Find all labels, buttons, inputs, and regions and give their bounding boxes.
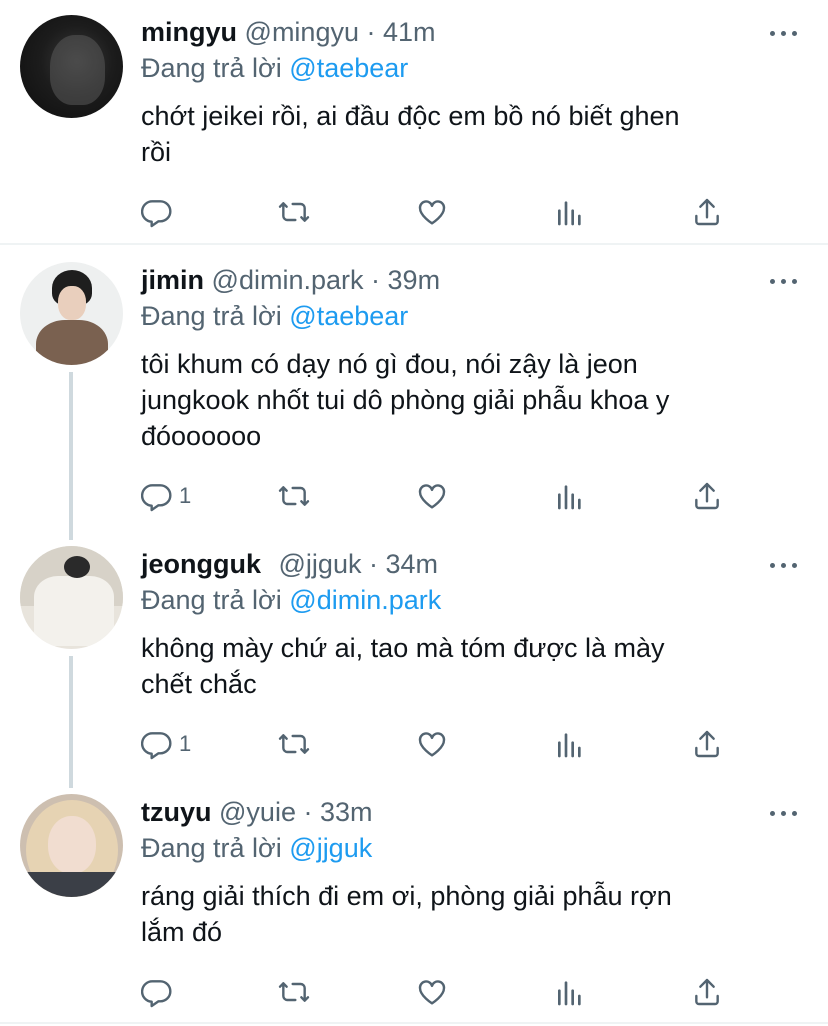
more-icon[interactable] bbox=[770, 803, 800, 823]
avatar[interactable] bbox=[20, 546, 123, 649]
views-icon bbox=[558, 201, 581, 226]
replying-to-label: Đang trả lời bbox=[141, 301, 282, 331]
share-button[interactable] bbox=[691, 196, 723, 228]
like-button[interactable] bbox=[416, 480, 448, 512]
retweet-icon bbox=[278, 734, 310, 754]
tweet-text-line: ráng giải thích đi em ơi, phòng giải phẫ… bbox=[141, 881, 672, 911]
tweet-text-line: tôi khum có dạy nó gì đou, nói zậy là je… bbox=[141, 349, 638, 379]
handle[interactable]: @yuie bbox=[219, 797, 296, 827]
tweet-text: ráng giải thích đi em ơi, phòng giải phẫ… bbox=[141, 878, 791, 950]
retweet-button[interactable] bbox=[278, 196, 310, 228]
mention-link[interactable]: @taebear bbox=[289, 53, 408, 83]
separator-dot: · bbox=[303, 797, 313, 827]
handle[interactable]: @mingyu bbox=[245, 17, 359, 47]
share-button[interactable] bbox=[691, 728, 723, 760]
tweet-text: không mày chứ ai, tao mà tóm được là mày… bbox=[141, 630, 791, 702]
tweet[interactable]: tzuyu @yuie · 33m Đang trả lời @jjguk rá… bbox=[0, 780, 828, 1026]
views-icon bbox=[558, 485, 581, 510]
display-name[interactable]: jimin bbox=[141, 265, 204, 295]
like-icon bbox=[418, 732, 446, 757]
reply-count: 1 bbox=[179, 483, 192, 508]
like-button[interactable] bbox=[416, 728, 448, 760]
like-icon bbox=[418, 484, 446, 509]
share-button[interactable] bbox=[691, 976, 723, 1008]
tweet-text-line: rồi bbox=[141, 137, 172, 167]
share-icon bbox=[695, 198, 719, 226]
views-icon bbox=[558, 981, 581, 1006]
tweet-text-line: không mày chứ ai, tao mà tóm được là mày bbox=[141, 633, 665, 663]
like-button[interactable] bbox=[416, 196, 448, 228]
tweet-text-line: chớt jeikei rồi, ai đầu độc em bồ nó biế… bbox=[141, 101, 680, 131]
tweet-text: tôi khum có dạy nó gì đou, nói zậy là je… bbox=[141, 346, 791, 454]
reply-button[interactable]: 1 bbox=[141, 480, 191, 512]
like-icon bbox=[418, 200, 446, 225]
replying-to-label: Đang trả lời bbox=[141, 833, 282, 863]
reply-icon bbox=[141, 200, 172, 228]
more-icon[interactable] bbox=[770, 271, 800, 291]
reply-icon bbox=[141, 484, 172, 512]
timestamp[interactable]: 33m bbox=[320, 797, 373, 827]
reply-count: 1 bbox=[179, 731, 192, 756]
display-name[interactable]: jeongguk bbox=[141, 549, 261, 579]
reply-icon bbox=[141, 732, 172, 760]
mention-link[interactable]: @taebear bbox=[289, 301, 408, 331]
tweet-text-line: jungkook nhốt tui dô phòng giải phẫu kho… bbox=[141, 385, 670, 415]
reply-button[interactable] bbox=[141, 976, 179, 1008]
tweet-text: chớt jeikei rồi, ai đầu độc em bồ nó biế… bbox=[141, 98, 791, 170]
share-button[interactable] bbox=[691, 480, 723, 512]
share-icon bbox=[695, 730, 719, 758]
retweet-icon bbox=[278, 486, 310, 506]
retweet-button[interactable] bbox=[278, 480, 310, 512]
tweet-text-line: chết chắc bbox=[141, 669, 257, 699]
tweet-text-line: lắm đó bbox=[141, 917, 223, 947]
avatar[interactable] bbox=[20, 794, 123, 897]
more-icon[interactable] bbox=[770, 555, 800, 575]
tweet[interactable]: mingyu @mingyu · 41m Đang trả lời @taebe… bbox=[0, 0, 828, 244]
replying-to-label: Đang trả lời bbox=[141, 585, 282, 615]
tweet[interactable]: jimin @dimin.park · 39m Đang trả lời @ta… bbox=[0, 245, 828, 530]
retweet-icon bbox=[278, 202, 310, 222]
more-icon[interactable] bbox=[770, 23, 800, 43]
share-icon bbox=[695, 482, 719, 510]
views-button[interactable] bbox=[554, 196, 586, 228]
reply-button[interactable] bbox=[141, 196, 179, 228]
timestamp[interactable]: 39m bbox=[388, 265, 441, 295]
retweet-button[interactable] bbox=[278, 976, 310, 1008]
divider bbox=[0, 1022, 828, 1024]
reply-button[interactable]: 1 bbox=[141, 728, 191, 760]
handle[interactable]: @jjguk bbox=[279, 549, 362, 579]
mention-link[interactable]: @jjguk bbox=[289, 833, 372, 863]
views-button[interactable] bbox=[554, 728, 586, 760]
tweet-text-line: đóoooooo bbox=[141, 421, 262, 451]
timestamp[interactable]: 41m bbox=[383, 17, 436, 47]
timestamp[interactable]: 34m bbox=[386, 549, 439, 579]
tweet[interactable]: jeongguk @jjguk · 34m Đang trả lời @dimi… bbox=[0, 530, 828, 780]
share-icon bbox=[695, 978, 719, 1006]
like-button[interactable] bbox=[416, 976, 448, 1008]
retweet-icon bbox=[278, 982, 310, 1002]
like-icon bbox=[418, 980, 446, 1005]
avatar[interactable] bbox=[20, 15, 123, 118]
avatar[interactable] bbox=[20, 262, 123, 365]
separator-dot: · bbox=[366, 17, 376, 47]
separator-dot: · bbox=[371, 265, 381, 295]
display-name[interactable]: tzuyu bbox=[141, 797, 212, 827]
views-icon bbox=[558, 733, 581, 758]
reply-icon bbox=[141, 980, 172, 1008]
retweet-button[interactable] bbox=[278, 728, 310, 760]
replying-to-label: Đang trả lời bbox=[141, 53, 282, 83]
separator-dot: · bbox=[368, 549, 378, 579]
views-button[interactable] bbox=[554, 480, 586, 512]
views-button[interactable] bbox=[554, 976, 586, 1008]
mention-link[interactable]: @dimin.park bbox=[289, 585, 441, 615]
display-name[interactable]: mingyu bbox=[141, 17, 237, 47]
handle[interactable]: @dimin.park bbox=[212, 265, 364, 295]
